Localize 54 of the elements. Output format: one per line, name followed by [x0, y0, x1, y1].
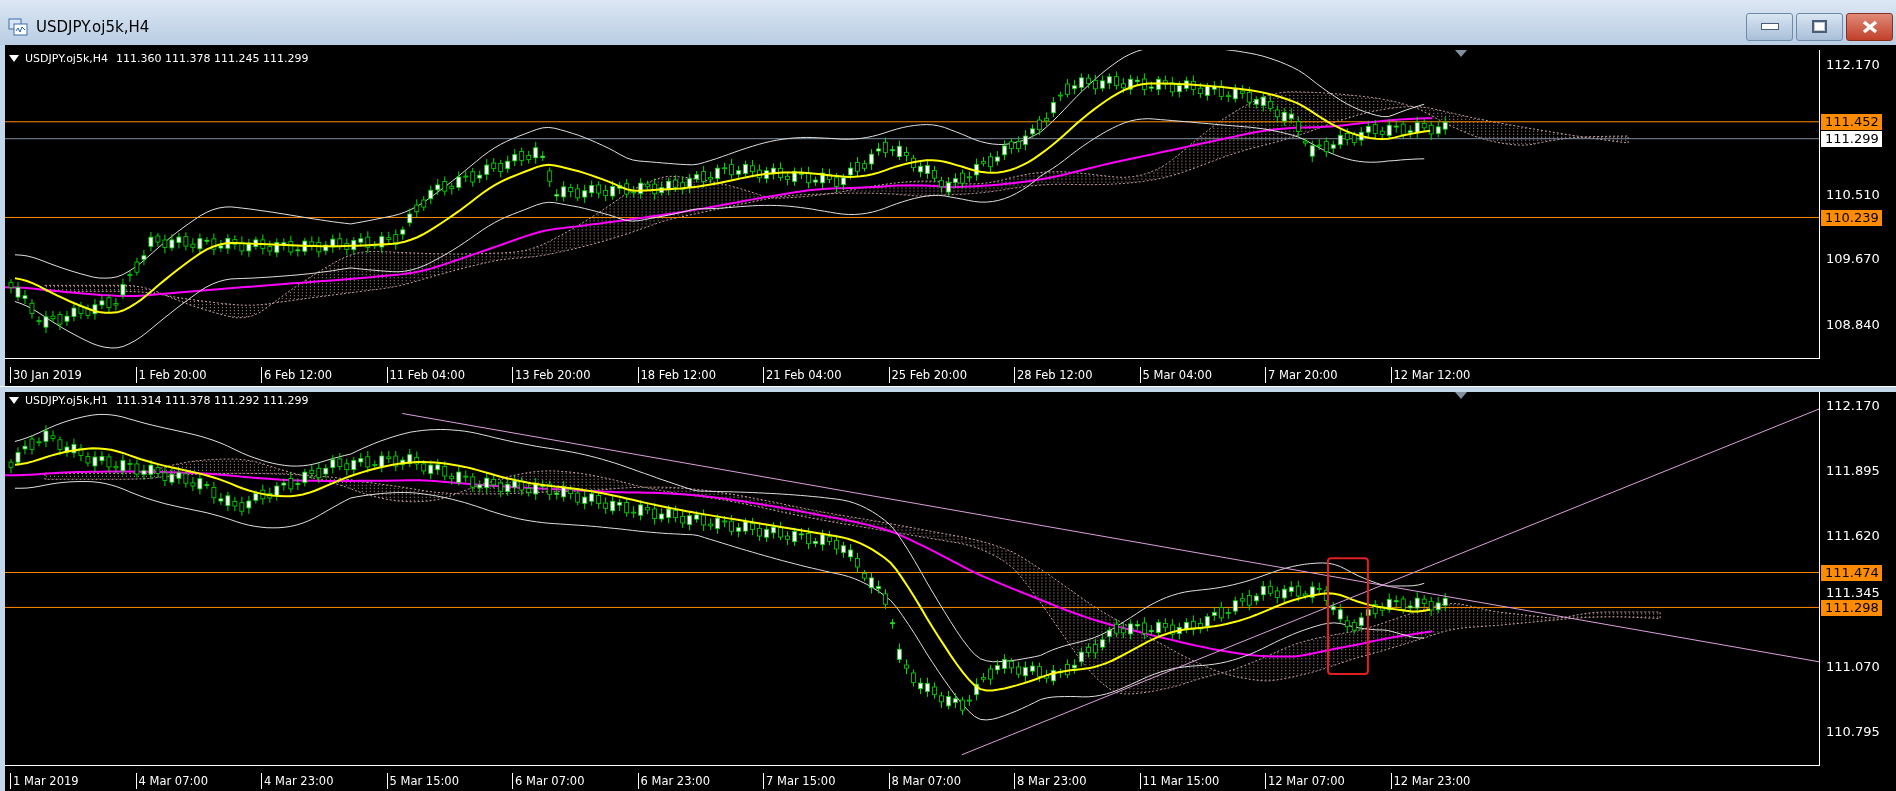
chart-symbol-label: USDJPY.oj5k,H1 [25, 394, 109, 407]
time-label: 21 Feb 04:00 [763, 367, 889, 384]
time-label: 13 Feb 20:00 [512, 367, 638, 384]
price-label: 111.345 [1825, 585, 1881, 601]
price-label: 109.670 [1825, 251, 1881, 267]
price-label: 112.170 [1825, 398, 1881, 414]
window-title: USDJPY.oj5k,H4 [36, 17, 150, 36]
time-label: 6 Feb 12:00 [261, 367, 387, 384]
maximize-icon [1812, 20, 1827, 33]
collapse-triangle-icon[interactable] [9, 397, 19, 404]
time-label: 5 Mar 15:00 [386, 772, 512, 789]
minimize-button[interactable] [1746, 12, 1793, 41]
time-label: 28 Feb 12:00 [1014, 367, 1140, 384]
time-label: 6 Mar 07:00 [512, 772, 638, 789]
time-label: 4 Mar 23:00 [261, 772, 387, 789]
time-label: 8 Mar 23:00 [1014, 772, 1140, 789]
chart-shift-marker-icon[interactable] [1455, 50, 1467, 57]
close-button[interactable] [1846, 12, 1893, 41]
price-label: 112.170 [1825, 57, 1881, 73]
time-label: 1 Feb 20:00 [135, 367, 261, 384]
time-label: 6 Mar 23:00 [637, 772, 763, 789]
time-label: 12 Mar 07:00 [1265, 772, 1391, 789]
minimize-icon [1760, 23, 1779, 30]
price-label: 111.620 [1825, 528, 1881, 544]
maximize-button[interactable] [1796, 12, 1843, 41]
price-label: 111.474 [1821, 565, 1882, 581]
price-label: 111.070 [1825, 659, 1881, 675]
price-label: 111.895 [1825, 463, 1881, 479]
time-label: 4 Mar 07:00 [135, 772, 261, 789]
time-label: 7 Mar 15:00 [763, 772, 889, 789]
time-label: 11 Feb 04:00 [386, 367, 512, 384]
price-label: 111.299 [1821, 131, 1882, 147]
time-label: 8 Mar 07:00 [888, 772, 1014, 789]
time-label: 18 Feb 12:00 [637, 367, 763, 384]
price-label: 111.298 [1821, 600, 1882, 616]
price-label: 110.239 [1821, 210, 1882, 226]
chart-symbol-label: USDJPY.oj5k,H4 [25, 52, 109, 65]
price-label: 108.840 [1825, 317, 1881, 333]
time-label: 30 Jan 2019 [10, 367, 136, 384]
close-icon [1860, 19, 1879, 34]
time-label: 12 Mar 12:00 [1390, 367, 1516, 384]
price-label: 110.795 [1825, 724, 1881, 740]
time-label: 11 Mar 15:00 [1139, 772, 1265, 789]
time-label: 7 Mar 20:00 [1265, 367, 1391, 384]
time-label: 1 Mar 2019 [10, 772, 136, 789]
time-label: 5 Mar 04:00 [1139, 367, 1265, 384]
time-label: 12 Mar 23:00 [1390, 772, 1516, 789]
price-label: 110.510 [1825, 187, 1881, 203]
ohlc-values: 111.360 111.378 111.245 111.299 [116, 52, 309, 65]
price-label: 111.452 [1821, 114, 1882, 130]
chart-window-icon [8, 17, 28, 36]
collapse-triangle-icon[interactable] [9, 55, 19, 62]
ohlc-values: 111.314 111.378 111.292 111.299 [116, 394, 309, 407]
time-label: 25 Feb 20:00 [888, 367, 1014, 384]
